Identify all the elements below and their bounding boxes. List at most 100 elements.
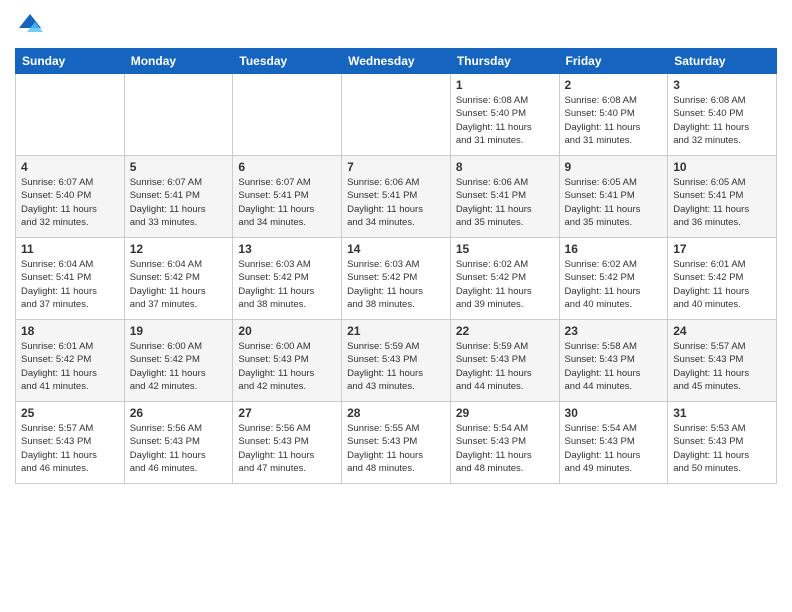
- calendar-table: SundayMondayTuesdayWednesdayThursdayFrid…: [15, 48, 777, 484]
- day-info-text: Sunrise: 6:00 AM Sunset: 5:42 PM Dayligh…: [130, 340, 228, 393]
- day-info-text: Sunrise: 6:08 AM Sunset: 5:40 PM Dayligh…: [673, 94, 771, 147]
- calendar-cell: 18 Sunrise: 6:01 AM Sunset: 5:42 PM Dayli…: [16, 320, 125, 402]
- day-number: 31: [673, 406, 771, 420]
- day-number: 5: [130, 160, 228, 174]
- day-number: 17: [673, 242, 771, 256]
- day-info-text: Sunrise: 6:03 AM Sunset: 5:42 PM Dayligh…: [347, 258, 445, 311]
- calendar-cell: 31 Sunrise: 5:53 AM Sunset: 5:43 PM Dayli…: [668, 402, 777, 484]
- day-number: 12: [130, 242, 228, 256]
- day-info-text: Sunrise: 5:59 AM Sunset: 5:43 PM Dayligh…: [456, 340, 554, 393]
- day-info-text: Sunrise: 6:00 AM Sunset: 5:43 PM Dayligh…: [238, 340, 336, 393]
- calendar-cell: [16, 74, 125, 156]
- calendar-cell: 19 Sunrise: 6:00 AM Sunset: 5:42 PM Dayli…: [124, 320, 233, 402]
- day-number: 14: [347, 242, 445, 256]
- calendar-cell: 23Sunrise: 5:58 AM Sunset: 5:43 PM Dayli…: [559, 320, 668, 402]
- day-number: 18: [21, 324, 119, 338]
- calendar-cell: 16 Sunrise: 6:02 AM Sunset: 5:42 PM Dayli…: [559, 238, 668, 320]
- day-info-text: Sunrise: 6:04 AM Sunset: 5:41 PM Dayligh…: [21, 258, 119, 311]
- day-of-week-header: Tuesday: [233, 49, 342, 74]
- calendar-week-row: 11 Sunrise: 6:04 AM Sunset: 5:41 PM Dayli…: [16, 238, 777, 320]
- calendar-cell: 9Sunrise: 6:05 AM Sunset: 5:41 PM Daylig…: [559, 156, 668, 238]
- day-info-text: Sunrise: 6:08 AM Sunset: 5:40 PM Dayligh…: [565, 94, 663, 147]
- calendar-cell: [124, 74, 233, 156]
- day-info-text: Sunrise: 6:01 AM Sunset: 5:42 PM Dayligh…: [673, 258, 771, 311]
- day-number: 1: [456, 78, 554, 92]
- day-number: 21: [347, 324, 445, 338]
- calendar-header-row: SundayMondayTuesdayWednesdayThursdayFrid…: [16, 49, 777, 74]
- day-of-week-header: Friday: [559, 49, 668, 74]
- day-info-text: Sunrise: 5:56 AM Sunset: 5:43 PM Dayligh…: [238, 422, 336, 475]
- day-info-text: Sunrise: 6:07 AM Sunset: 5:40 PM Dayligh…: [21, 176, 119, 229]
- calendar-cell: 24 Sunrise: 5:57 AM Sunset: 5:43 PM Dayli…: [668, 320, 777, 402]
- calendar-cell: 6 Sunrise: 6:07 AM Sunset: 5:41 PM Daylig…: [233, 156, 342, 238]
- calendar-cell: 13 Sunrise: 6:03 AM Sunset: 5:42 PM Dayli…: [233, 238, 342, 320]
- day-info-text: Sunrise: 5:56 AM Sunset: 5:43 PM Dayligh…: [130, 422, 228, 475]
- day-number: 22: [456, 324, 554, 338]
- calendar-cell: 5 Sunrise: 6:07 AM Sunset: 5:41 PM Daylig…: [124, 156, 233, 238]
- day-info-text: Sunrise: 5:53 AM Sunset: 5:43 PM Dayligh…: [673, 422, 771, 475]
- day-info-text: Sunrise: 6:06 AM Sunset: 5:41 PM Dayligh…: [456, 176, 554, 229]
- calendar-week-row: 18 Sunrise: 6:01 AM Sunset: 5:42 PM Dayli…: [16, 320, 777, 402]
- day-number: 13: [238, 242, 336, 256]
- calendar-week-row: 25Sunrise: 5:57 AM Sunset: 5:43 PM Dayli…: [16, 402, 777, 484]
- calendar-cell: 14 Sunrise: 6:03 AM Sunset: 5:42 PM Dayli…: [342, 238, 451, 320]
- day-number: 4: [21, 160, 119, 174]
- day-number: 10: [673, 160, 771, 174]
- day-number: 16: [565, 242, 663, 256]
- calendar-cell: 2 Sunrise: 6:08 AM Sunset: 5:40 PM Daylig…: [559, 74, 668, 156]
- day-info-text: Sunrise: 5:59 AM Sunset: 5:43 PM Dayligh…: [347, 340, 445, 393]
- day-number: 11: [21, 242, 119, 256]
- day-of-week-header: Saturday: [668, 49, 777, 74]
- day-info-text: Sunrise: 6:07 AM Sunset: 5:41 PM Dayligh…: [238, 176, 336, 229]
- calendar-cell: 29Sunrise: 5:54 AM Sunset: 5:43 PM Dayli…: [450, 402, 559, 484]
- page-header: [15, 10, 777, 40]
- calendar-cell: 25Sunrise: 5:57 AM Sunset: 5:43 PM Dayli…: [16, 402, 125, 484]
- day-number: 27: [238, 406, 336, 420]
- day-number: 20: [238, 324, 336, 338]
- logo: [15, 10, 49, 40]
- calendar-week-row: 4 Sunrise: 6:07 AM Sunset: 5:40 PM Daylig…: [16, 156, 777, 238]
- day-number: 2: [565, 78, 663, 92]
- day-number: 3: [673, 78, 771, 92]
- calendar-cell: 1Sunrise: 6:08 AM Sunset: 5:40 PM Daylig…: [450, 74, 559, 156]
- day-info-text: Sunrise: 6:04 AM Sunset: 5:42 PM Dayligh…: [130, 258, 228, 311]
- day-of-week-header: Thursday: [450, 49, 559, 74]
- day-info-text: Sunrise: 6:05 AM Sunset: 5:41 PM Dayligh…: [673, 176, 771, 229]
- calendar-cell: 21 Sunrise: 5:59 AM Sunset: 5:43 PM Dayli…: [342, 320, 451, 402]
- day-info-text: Sunrise: 6:02 AM Sunset: 5:42 PM Dayligh…: [565, 258, 663, 311]
- calendar-cell: 26Sunrise: 5:56 AM Sunset: 5:43 PM Dayli…: [124, 402, 233, 484]
- day-of-week-header: Wednesday: [342, 49, 451, 74]
- day-number: 6: [238, 160, 336, 174]
- calendar-cell: 28 Sunrise: 5:55 AM Sunset: 5:43 PM Dayli…: [342, 402, 451, 484]
- calendar-cell: 10 Sunrise: 6:05 AM Sunset: 5:41 PM Dayli…: [668, 156, 777, 238]
- day-info-text: Sunrise: 6:06 AM Sunset: 5:41 PM Dayligh…: [347, 176, 445, 229]
- calendar-cell: 7 Sunrise: 6:06 AM Sunset: 5:41 PM Daylig…: [342, 156, 451, 238]
- calendar-cell: 20 Sunrise: 6:00 AM Sunset: 5:43 PM Dayli…: [233, 320, 342, 402]
- day-number: 24: [673, 324, 771, 338]
- calendar-cell: 17 Sunrise: 6:01 AM Sunset: 5:42 PM Dayli…: [668, 238, 777, 320]
- day-info-text: Sunrise: 6:01 AM Sunset: 5:42 PM Dayligh…: [21, 340, 119, 393]
- day-info-text: Sunrise: 5:55 AM Sunset: 5:43 PM Dayligh…: [347, 422, 445, 475]
- calendar-cell: [342, 74, 451, 156]
- day-number: 25: [21, 406, 119, 420]
- day-number: 28: [347, 406, 445, 420]
- day-of-week-header: Sunday: [16, 49, 125, 74]
- day-number: 15: [456, 242, 554, 256]
- day-info-text: Sunrise: 5:58 AM Sunset: 5:43 PM Dayligh…: [565, 340, 663, 393]
- logo-icon: [15, 10, 45, 40]
- day-number: 30: [565, 406, 663, 420]
- day-info-text: Sunrise: 5:57 AM Sunset: 5:43 PM Dayligh…: [673, 340, 771, 393]
- day-number: 7: [347, 160, 445, 174]
- calendar-cell: 22 Sunrise: 5:59 AM Sunset: 5:43 PM Dayli…: [450, 320, 559, 402]
- calendar-cell: 27 Sunrise: 5:56 AM Sunset: 5:43 PM Dayli…: [233, 402, 342, 484]
- day-number: 19: [130, 324, 228, 338]
- day-info-text: Sunrise: 6:07 AM Sunset: 5:41 PM Dayligh…: [130, 176, 228, 229]
- calendar-cell: 4 Sunrise: 6:07 AM Sunset: 5:40 PM Daylig…: [16, 156, 125, 238]
- calendar-cell: 12 Sunrise: 6:04 AM Sunset: 5:42 PM Dayli…: [124, 238, 233, 320]
- calendar-cell: [233, 74, 342, 156]
- calendar-cell: 8 Sunrise: 6:06 AM Sunset: 5:41 PM Daylig…: [450, 156, 559, 238]
- calendar-cell: 3 Sunrise: 6:08 AM Sunset: 5:40 PM Daylig…: [668, 74, 777, 156]
- day-info-text: Sunrise: 6:03 AM Sunset: 5:42 PM Dayligh…: [238, 258, 336, 311]
- day-number: 8: [456, 160, 554, 174]
- day-of-week-header: Monday: [124, 49, 233, 74]
